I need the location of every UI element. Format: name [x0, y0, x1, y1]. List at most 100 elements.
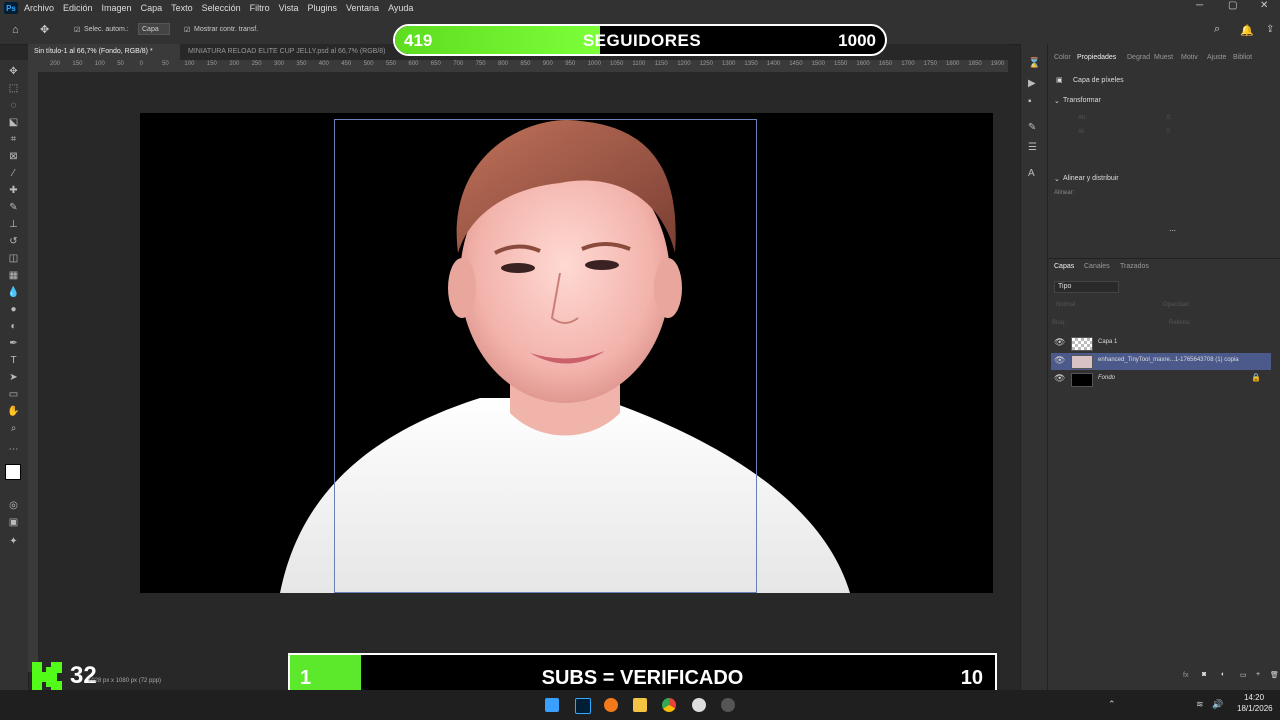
foreground-color-swatch[interactable] [5, 464, 21, 480]
adjustments-icon[interactable]: ☰ [1028, 142, 1037, 153]
opacity-label: Opacidad: [1163, 302, 1191, 308]
marquee-tool-icon[interactable]: ⬚ [7, 83, 20, 94]
move-tool-icon[interactable]: ✥ [7, 66, 20, 77]
transform-chevron-icon[interactable]: ⌄ [1054, 97, 1060, 105]
history-brush-icon[interactable]: ↺ [7, 236, 20, 247]
generative-icon[interactable]: ✦ [7, 536, 20, 547]
app-taskbar-icon[interactable] [692, 698, 706, 712]
blend-mode-dropdown[interactable]: Normal [1056, 302, 1075, 308]
pen-tool-icon[interactable]: ✒ [7, 338, 20, 349]
share-icon[interactable]: ⇪ [1266, 24, 1274, 35]
frame-tool-icon[interactable]: ⊠ [7, 151, 20, 162]
ruler-tick-label: 1300 [722, 61, 736, 67]
tab-trazados[interactable]: Trazados [1120, 263, 1149, 270]
eraser-icon[interactable]: ◫ [7, 253, 20, 264]
glyphs-icon[interactable]: A [1028, 168, 1035, 179]
quick-mask-icon[interactable]: ◎ [7, 500, 20, 511]
move-tool-icon[interactable]: ✥ [40, 23, 49, 36]
menu-item-ayuda[interactable]: Ayuda [388, 3, 413, 13]
search-icon[interactable]: ⌕ [1214, 23, 1220, 36]
new-group-icon[interactable]: ▭ [1240, 671, 1247, 679]
comment-icon[interactable]: ▪ [1028, 96, 1032, 107]
minimize-icon[interactable]: ─ [1196, 0, 1203, 11]
tab-sin-titulo[interactable]: Sin título-1 al 66,7% (Fondo, RGB/8) * [28, 44, 180, 60]
menu-item-plugins[interactable]: Plugins [308, 3, 338, 13]
stamp-tool-icon[interactable]: ⊥ [7, 219, 20, 230]
crop-tool-icon[interactable]: ⌗ [7, 134, 20, 145]
tab-degradado[interactable]: Degrad [1127, 54, 1150, 61]
tab-capas[interactable]: Capas [1054, 263, 1074, 270]
path-select-icon[interactable]: ➤ [7, 372, 20, 383]
more-tools-icon[interactable]: ⋯ [7, 444, 20, 455]
healing-brush-icon[interactable]: ✚ [7, 185, 20, 196]
menu-item-edicion[interactable]: Edición [63, 3, 93, 13]
photoshop-taskbar-icon[interactable] [575, 698, 591, 714]
tab-propiedades[interactable]: Propiedades [1077, 54, 1116, 61]
tray-chevron-icon[interactable]: ⌃ [1108, 699, 1116, 710]
adjustment-layer-icon[interactable]: ◐ [1221, 671, 1225, 678]
transform-bounding-box[interactable] [334, 119, 757, 593]
dodge-tool-icon[interactable]: ● [7, 304, 20, 315]
menu-item-filtro[interactable]: Filtro [250, 3, 270, 13]
wifi-icon[interactable]: ≋ [1196, 699, 1204, 710]
eyedropper-icon[interactable]: ⁄ [7, 168, 20, 179]
tab-bibliotecas[interactable]: Bibliot [1233, 54, 1252, 61]
menu-item-imagen[interactable]: Imagen [102, 3, 132, 13]
file-explorer-icon[interactable] [633, 698, 647, 712]
align-chevron-icon[interactable]: ⌄ [1054, 175, 1060, 183]
type-tool-icon[interactable]: T [7, 355, 20, 366]
tab-ajustes[interactable]: Ajuste [1207, 54, 1226, 61]
delete-layer-icon[interactable]: 🗑 [1270, 671, 1279, 679]
clock-time[interactable]: 14:20 [1244, 693, 1264, 702]
tab-color[interactable]: Color [1054, 54, 1071, 61]
add-mask-icon[interactable]: ◙ [1202, 671, 1206, 678]
layer-fx-icon[interactable]: fx [1183, 672, 1188, 679]
shape-tool-icon[interactable]: ▭ [7, 389, 20, 400]
windows-start-icon[interactable] [545, 698, 559, 712]
lasso-tool-icon[interactable]: ◌ [7, 100, 20, 111]
visibility-eye-icon[interactable]: 👁 [1054, 355, 1065, 366]
tab-muestras[interactable]: Muest [1154, 54, 1173, 61]
object-select-icon[interactable]: ⬕ [7, 117, 20, 128]
layer-row-enhanced-copia[interactable]: 👁 enhanced_TinyTool_maxre...1-1765643708… [1051, 353, 1271, 370]
menu-item-vista[interactable]: Vista [279, 3, 299, 13]
obs-taskbar-icon[interactable] [721, 698, 735, 712]
more-options-icon[interactable]: ⋯ [1169, 227, 1176, 235]
tab-canales[interactable]: Canales [1084, 263, 1110, 270]
zoom-tool-icon[interactable]: ⌕ [7, 423, 20, 434]
brush-settings-icon[interactable]: ✎ [1028, 122, 1036, 133]
layer-row-fondo[interactable]: 👁 Fondo 🔒 [1051, 371, 1271, 388]
dodge-burn-icon[interactable]: ◐ [7, 321, 20, 332]
screen-mode-icon[interactable]: ▣ [7, 517, 20, 528]
volume-icon[interactable]: 🔊 [1212, 699, 1223, 710]
visibility-eye-icon[interactable]: 👁 [1054, 373, 1065, 384]
blur-tool-icon[interactable]: 💧 [7, 287, 20, 298]
play-icon[interactable]: ▶ [1028, 78, 1036, 89]
blender-taskbar-icon[interactable] [604, 698, 618, 712]
chrome-icon[interactable] [662, 698, 676, 712]
menu-item-texto[interactable]: Texto [171, 3, 193, 13]
close-icon[interactable]: ✕ [1260, 0, 1268, 11]
maximize-icon[interactable]: ▢ [1228, 0, 1237, 11]
menu-item-archivo[interactable]: Archivo [24, 3, 54, 13]
layer-row-capa-1[interactable]: 👁 Capa 1 [1051, 335, 1271, 352]
menu-item-capa[interactable]: Capa [141, 3, 163, 13]
brush-tool-icon[interactable]: ✎ [7, 202, 20, 213]
tab-motivos[interactable]: Motiv [1181, 54, 1198, 61]
hand-tool-icon[interactable]: ✋ [7, 406, 20, 417]
menu-item-ventana[interactable]: Ventana [346, 3, 379, 13]
layer-filter-dropdown[interactable]: Tipo [1054, 281, 1119, 293]
visibility-eye-icon[interactable]: 👁 [1054, 337, 1065, 348]
home-icon[interactable]: ⌂ [12, 24, 19, 36]
show-transform-checkbox[interactable]: ☑ [184, 26, 190, 34]
clock-date[interactable]: 18/1/2026 [1237, 704, 1273, 713]
menu-item-seleccion[interactable]: Selección [202, 3, 241, 13]
ruler-tick-label: 100 [94, 61, 105, 67]
tab-miniatura[interactable]: MINIATURA RELOAD ELITE CUP JELLY.psd al … [182, 44, 424, 60]
history-icon[interactable]: ⌛ [1028, 58, 1040, 69]
new-layer-icon[interactable]: + [1256, 671, 1260, 678]
auto-select-checkbox[interactable]: ☑ [74, 26, 80, 34]
auto-select-dropdown[interactable]: Capa [138, 23, 170, 35]
bell-icon[interactable]: 🔔 [1240, 24, 1254, 37]
gradient-tool-icon[interactable]: ▦ [7, 270, 20, 281]
